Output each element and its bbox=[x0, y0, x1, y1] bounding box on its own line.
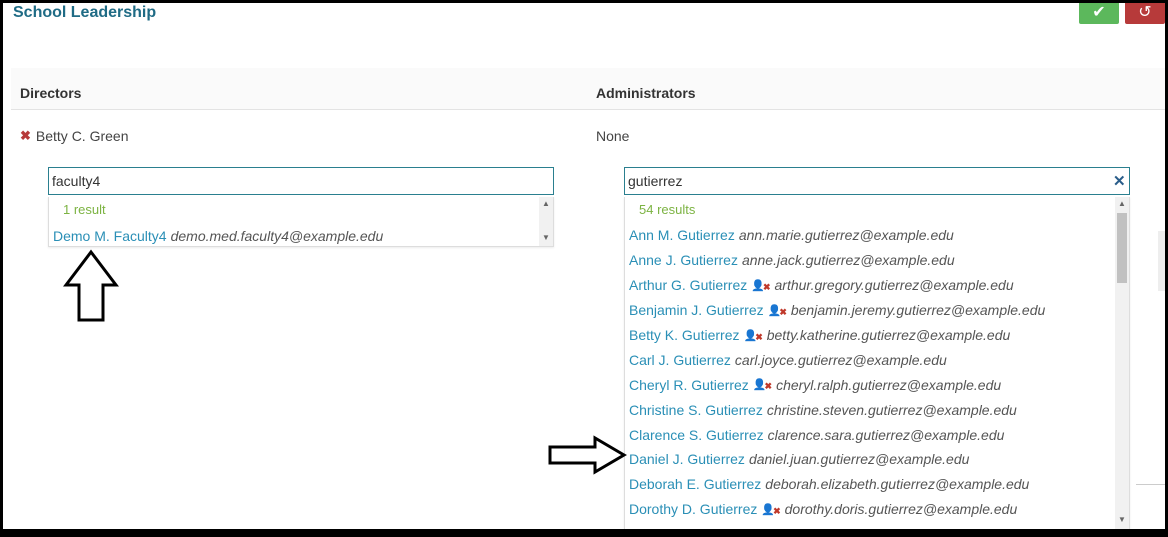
result-email: cheryl.ralph.gutierrez@example.edu bbox=[776, 376, 1002, 393]
scrollbar-thumb[interactable] bbox=[1117, 213, 1127, 283]
directors-search-input[interactable] bbox=[48, 167, 554, 195]
result-name[interactable]: Benjamin J. Gutierrez bbox=[629, 302, 764, 318]
result-name[interactable]: Anne J. Gutierrez bbox=[629, 252, 738, 268]
result-name[interactable]: Daniel J. Gutierrez bbox=[629, 451, 745, 467]
result-email: daniel.juan.gutierrez@example.edu bbox=[748, 451, 970, 468]
result-email: anne.jack.gutierrez@example.edu bbox=[741, 252, 955, 269]
result-email: dorothy.doris.gutierrez@example.edu bbox=[784, 501, 1018, 518]
result-name[interactable]: Ann M. Gutierrez bbox=[629, 227, 735, 243]
result-item[interactable]: Christine S. Gutierrez christine.steven.g… bbox=[625, 397, 1045, 422]
user-remove-icon: 👤 ✖ bbox=[751, 279, 771, 292]
result-item[interactable]: Daniel J. Gutierrez daniel.juan.gutierrez… bbox=[625, 447, 1045, 472]
check-icon: ✔ bbox=[1092, 4, 1106, 21]
page-title: School Leadership bbox=[13, 4, 157, 21]
administrators-scrollbar[interactable]: ▲ ▼ bbox=[1115, 197, 1129, 529]
outline-up-arrow-icon bbox=[63, 249, 119, 322]
result-email: demo.med.faculty4@example.edu bbox=[170, 228, 384, 245]
result-name[interactable]: Demo M. Faculty4 bbox=[53, 228, 167, 244]
result-item[interactable]: Douglas M. Gutierrez douglas.marilyn.guti… bbox=[625, 522, 1045, 529]
result-item[interactable]: Demo M. Faculty4 demo.med.faculty4@exampl… bbox=[49, 224, 384, 246]
remove-director-icon[interactable]: ✖ bbox=[20, 128, 31, 144]
result-item[interactable]: Ann M. Gutierrez ann.marie.gutierrez@exam… bbox=[625, 223, 1045, 248]
result-item[interactable]: Clarence S. Gutierrez clarence.sara.gutie… bbox=[625, 422, 1045, 447]
scroll-down-icon[interactable]: ▼ bbox=[539, 231, 553, 245]
result-email: benjamin.jeremy.gutierrez@example.edu bbox=[790, 302, 1046, 319]
result-name[interactable]: Douglas M. Gutierrez bbox=[629, 526, 761, 529]
result-name[interactable]: Clarence S. Gutierrez bbox=[629, 427, 764, 443]
directors-results-list: Demo M. Faculty4 demo.med.faculty4@exampl… bbox=[49, 224, 384, 246]
directors-heading: Directors bbox=[20, 85, 82, 101]
result-email: clarence.sara.gutierrez@example.edu bbox=[767, 426, 1005, 443]
cancel-button[interactable]: ↺ bbox=[1125, 3, 1165, 24]
result-item[interactable]: Arthur G. Gutierrez 👤 ✖ arthur.gregory.guti… bbox=[625, 273, 1045, 298]
director-member: ✖ Betty C. Green bbox=[20, 128, 129, 144]
clear-search-icon[interactable]: ✕ bbox=[1113, 172, 1126, 190]
user-remove-icon: 👤 ✖ bbox=[761, 503, 781, 516]
director-member-name: Betty C. Green bbox=[35, 128, 129, 144]
result-email: betty.katherine.gutierrez@example.edu bbox=[766, 327, 1011, 343]
result-name[interactable]: Dorothy D. Gutierrez bbox=[629, 501, 757, 517]
result-name[interactable]: Christine S. Gutierrez bbox=[629, 402, 763, 418]
result-name[interactable]: Deborah E. Gutierrez bbox=[629, 476, 761, 492]
result-email: christine.steven.gutierrez@example.edu bbox=[766, 401, 1017, 418]
directors-scrollbar[interactable]: ▲ ▼ bbox=[539, 197, 553, 246]
outline-right-arrow-icon bbox=[548, 435, 627, 475]
directors-result-count: 1 result bbox=[63, 202, 106, 217]
result-item[interactable]: Cheryl R. Gutierrez 👤 ✖ cheryl.ralph.gutier… bbox=[625, 372, 1045, 397]
administrators-heading: Administrators bbox=[596, 85, 696, 101]
scroll-up-icon[interactable]: ▲ bbox=[1115, 197, 1129, 211]
scroll-up-icon[interactable]: ▲ bbox=[539, 197, 553, 211]
undo-icon: ↺ bbox=[1138, 4, 1152, 21]
result-name[interactable]: Arthur G. Gutierrez bbox=[629, 277, 747, 293]
result-name[interactable]: Betty K. Gutierrez bbox=[629, 327, 739, 343]
app-frame: School Leadership ✔ ↺ Directors Administ… bbox=[3, 3, 1165, 529]
divider bbox=[1136, 484, 1165, 485]
result-item[interactable]: Anne J. Gutierrez anne.jack.gutierrez@exa… bbox=[625, 248, 1045, 273]
user-remove-icon: 👤 ✖ bbox=[752, 379, 773, 392]
user-remove-icon: 👤 ✖ bbox=[767, 304, 787, 317]
result-email: douglas.marilyn.gutierrez@example.edu bbox=[765, 526, 1016, 529]
result-email: arthur.gregory.gutierrez@example.edu bbox=[774, 277, 1014, 294]
directors-results-dropdown: 1 result Demo M. Faculty4 demo.med.facult… bbox=[48, 197, 554, 247]
column-header-band bbox=[11, 68, 1165, 110]
side-scroll-track bbox=[1158, 231, 1165, 291]
result-item[interactable]: Dorothy D. Gutierrez 👤 ✖ dorothy.doris.guti… bbox=[625, 497, 1045, 522]
administrators-results-list: Ann M. Gutierrez ann.marie.gutierrez@exam… bbox=[625, 223, 1045, 529]
save-button[interactable]: ✔ bbox=[1079, 3, 1119, 24]
result-name[interactable]: Carl J. Gutierrez bbox=[629, 352, 731, 368]
administrators-results-dropdown: 54 results Ann M. Gutierrez ann.marie.gut… bbox=[624, 197, 1130, 529]
result-email: carl.joyce.gutierrez@example.edu bbox=[734, 351, 947, 368]
user-remove-icon: 👤 ✖ bbox=[743, 329, 763, 342]
result-item[interactable]: Betty K. Gutierrez 👤 ✖ betty.katherine.guti… bbox=[625, 323, 1045, 348]
scroll-down-icon[interactable]: ▼ bbox=[1115, 513, 1129, 527]
result-email: ann.marie.gutierrez@example.edu bbox=[738, 227, 954, 244]
result-item[interactable]: Deborah E. Gutierrez deborah.elizabeth.gu… bbox=[625, 472, 1045, 497]
result-email: deborah.elizabeth.gutierrez@example.edu bbox=[765, 476, 1030, 493]
administrators-search-input[interactable] bbox=[624, 167, 1130, 195]
result-item[interactable]: Benjamin J. Gutierrez 👤 ✖ benjamin.jeremy.g… bbox=[625, 298, 1045, 323]
administrators-result-count: 54 results bbox=[639, 202, 696, 217]
administrators-none: None bbox=[596, 128, 630, 144]
result-name[interactable]: Cheryl R. Gutierrez bbox=[629, 377, 749, 393]
result-item[interactable]: Carl J. Gutierrez carl.joyce.gutierrez@ex… bbox=[625, 347, 1045, 372]
